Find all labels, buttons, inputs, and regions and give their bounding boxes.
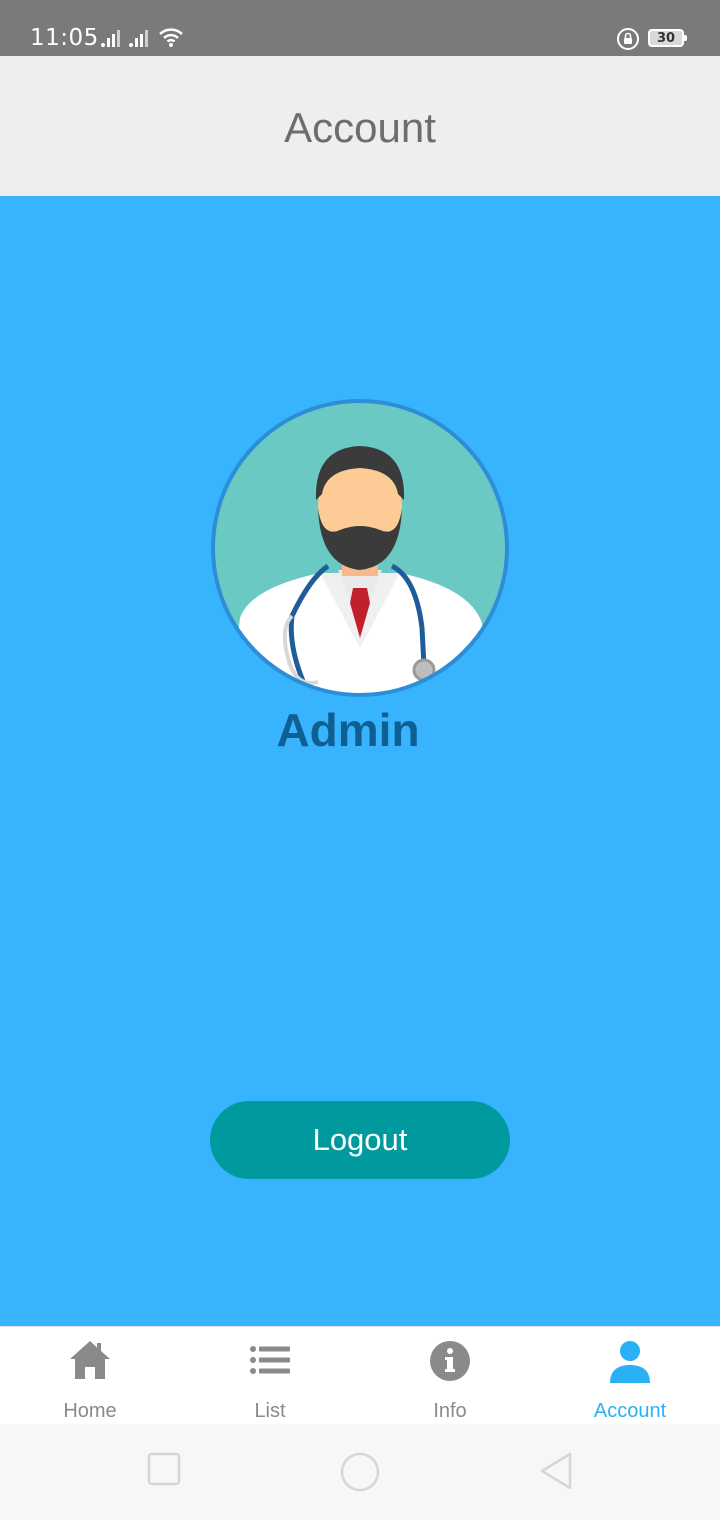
back-icon[interactable]	[538, 1452, 574, 1490]
status-time: 11:05	[30, 25, 99, 51]
battery-icon: 30	[648, 29, 687, 47]
profile-name: Admin	[276, 704, 420, 756]
nav-account[interactable]: Account	[540, 1327, 720, 1425]
signal-icon	[101, 30, 120, 47]
wifi-icon	[159, 28, 183, 47]
doctor-avatar-icon	[211, 399, 509, 697]
info-icon	[430, 1341, 470, 1381]
home-circle-icon[interactable]	[340, 1452, 380, 1492]
nav-info-label: Info	[433, 1400, 467, 1422]
list-icon	[250, 1346, 290, 1374]
app-header: Account	[0, 56, 720, 196]
system-nav-bar	[0, 1424, 720, 1520]
profile-avatar	[210, 398, 510, 698]
signal-icon	[129, 30, 148, 47]
status-bar: 11:05 30	[0, 0, 720, 56]
nav-info[interactable]: Info	[360, 1327, 540, 1425]
rotation-lock-icon	[617, 28, 639, 50]
nav-list-label: List	[254, 1400, 286, 1422]
account-content: Admin Logout	[0, 196, 720, 1326]
recents-icon[interactable]	[147, 1452, 181, 1486]
home-icon	[70, 1341, 110, 1379]
page-title: Account	[284, 104, 436, 151]
nav-home-label: Home	[63, 1400, 117, 1422]
person-icon	[610, 1341, 650, 1383]
nav-account-label: Account	[593, 1400, 667, 1422]
nav-home[interactable]: Home	[0, 1327, 180, 1425]
nav-list[interactable]: List	[180, 1327, 360, 1425]
bottom-nav: Home List Info Account	[0, 1326, 720, 1424]
logout-button[interactable]: Logout	[210, 1101, 510, 1179]
